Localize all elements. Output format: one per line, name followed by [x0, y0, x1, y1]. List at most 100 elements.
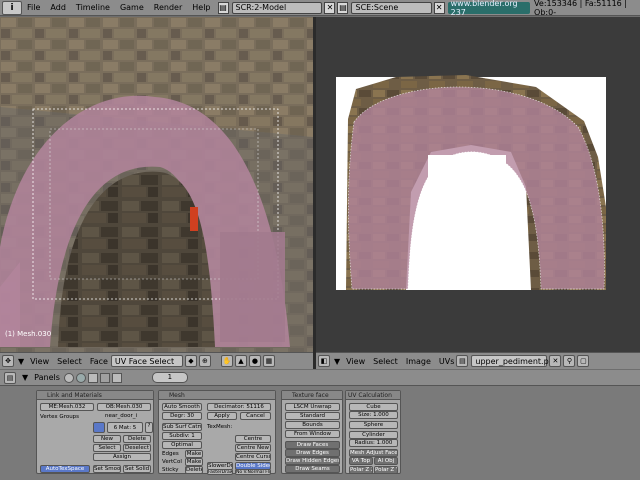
- decimator-cancel-button[interactable]: Cancel: [240, 412, 271, 420]
- screen-browse-icon[interactable]: ▤: [217, 1, 229, 14]
- subsurf-button[interactable]: Sub Surf Catmull: [162, 423, 202, 431]
- draw-faces-button[interactable]: Draw Faces: [285, 441, 340, 449]
- panel-title: UV Calculation: [346, 391, 400, 400]
- va-top-button[interactable]: VA Top: [349, 457, 373, 465]
- radius-field[interactable]: Radius: 1.000: [349, 439, 398, 447]
- material-select-button[interactable]: Select: [93, 444, 121, 452]
- optimal-button[interactable]: Optimal: [162, 441, 202, 449]
- material-deselect-button[interactable]: Deselect: [123, 444, 151, 452]
- material-new-button[interactable]: New: [93, 435, 121, 443]
- scene-field[interactable]: SCE:Scene: [351, 1, 432, 14]
- sphere-icon[interactable]: ●: [248, 355, 261, 367]
- centre-new-button[interactable]: Centre New: [235, 444, 271, 452]
- view3d-menu-face[interactable]: Face: [90, 357, 108, 366]
- header-collapse-icon[interactable]: ▼: [18, 357, 24, 366]
- al-obj-button[interactable]: Al Obj: [374, 457, 398, 465]
- panels-menu[interactable]: Panels: [34, 373, 60, 382]
- menu-add[interactable]: Add: [45, 3, 71, 12]
- uv-menu-select[interactable]: Select: [373, 357, 398, 366]
- logic-context-icon[interactable]: [63, 372, 74, 383]
- degr-field[interactable]: Degr: 30: [162, 412, 202, 420]
- hand-icon[interactable]: ✋: [220, 355, 233, 367]
- material-index-field[interactable]: 6 Mat: 5: [107, 422, 143, 433]
- shading-context-icon[interactable]: [75, 372, 86, 383]
- pivot-icon[interactable]: ⊕: [198, 355, 211, 367]
- panel-texture-face: Texture face LSCM Unwrap Standard Bounds…: [281, 390, 343, 474]
- cube-size-field[interactable]: Size: 1.000: [349, 411, 398, 419]
- bounds-button[interactable]: Bounds: [285, 421, 340, 429]
- scene-close-icon[interactable]: ✕: [433, 1, 445, 14]
- buttons-collapse-icon[interactable]: ▼: [22, 373, 28, 382]
- lscm-unwrap-button[interactable]: LSCM Unwrap: [285, 403, 340, 411]
- fasterdraw-button[interactable]: FasterDraw: [207, 469, 233, 475]
- scene-context-icon[interactable]: [111, 372, 122, 383]
- draw-seams-button[interactable]: Draw Seams: [285, 465, 340, 473]
- autotexspace-button[interactable]: AutoTexSpace: [40, 465, 90, 473]
- menu-timeline[interactable]: Timeline: [71, 3, 115, 12]
- menu-render[interactable]: Render: [149, 3, 187, 12]
- subdiv-field[interactable]: Subdiv: 1: [162, 432, 202, 440]
- buttons-editor-icon[interactable]: ▤: [4, 371, 16, 384]
- uv-editor-type-icon[interactable]: ◧: [318, 355, 330, 367]
- decimator-field[interactable]: Decimator: 51116: [207, 403, 271, 411]
- mode-selector[interactable]: UV Face Select: [110, 355, 183, 367]
- uv-menu-view[interactable]: View: [346, 357, 365, 366]
- frame-counter[interactable]: 1: [151, 372, 188, 383]
- uv-menu-image[interactable]: Image: [406, 357, 431, 366]
- standard-button[interactable]: Standard: [285, 412, 340, 420]
- vertex-groups-label: Vertex Groups: [40, 414, 80, 420]
- cube-button[interactable]: Cube: [349, 403, 398, 411]
- editing-context-icon[interactable]: [99, 372, 110, 383]
- viewport-3d[interactable]: (1) Mesh.030: [0, 17, 313, 352]
- uv-image-editor[interactable]: [316, 17, 640, 352]
- edges-make-button[interactable]: Make: [185, 450, 203, 458]
- screen-field[interactable]: SCR:2-Model: [231, 1, 323, 14]
- view3d-menu-select[interactable]: Select: [57, 357, 82, 366]
- manipulator-icon[interactable]: ▲: [234, 355, 247, 367]
- image-browse-icon[interactable]: ▤: [456, 355, 469, 367]
- uv-header-collapse-icon[interactable]: ▼: [334, 357, 340, 366]
- material-color-swatch[interactable]: [93, 422, 105, 433]
- auto-smooth-button[interactable]: Auto Smooth: [162, 403, 202, 411]
- cylinder-button[interactable]: Cylinder: [349, 431, 398, 439]
- no-vnormal-flip-button[interactable]: No V.Normal Flip: [235, 469, 271, 475]
- draw-hidden-edges-button[interactable]: Draw Hidden Edges: [285, 457, 340, 465]
- view3d-menu-view[interactable]: View: [30, 357, 49, 366]
- object-context-icon[interactable]: [87, 372, 98, 383]
- uv-menu-uvs[interactable]: UVs: [439, 357, 455, 366]
- menu-file[interactable]: File: [22, 3, 45, 12]
- image-close-icon[interactable]: ✕: [549, 355, 562, 367]
- mesh-adjust-face-button[interactable]: Mesh Adjust Face: [349, 449, 398, 457]
- panel-title: Texture face: [282, 391, 342, 400]
- draw-type-icon[interactable]: ◆: [184, 355, 197, 367]
- scene-browse-icon[interactable]: ▤: [337, 1, 349, 14]
- vertcol-make-button[interactable]: Make: [185, 458, 203, 466]
- set-smooth-button[interactable]: Set Smooth: [93, 465, 121, 473]
- screen-close-icon[interactable]: ✕: [324, 1, 336, 14]
- editor-type-icon[interactable]: ✥: [2, 355, 14, 367]
- menu-game[interactable]: Game: [115, 3, 149, 12]
- lock-icon[interactable]: ▢: [577, 355, 590, 367]
- layers-icon[interactable]: ▦: [262, 355, 275, 367]
- window-type-icon[interactable]: i: [2, 0, 23, 15]
- menu-help[interactable]: Help: [187, 3, 215, 12]
- polar-zx-button[interactable]: Polar Z X: [349, 466, 373, 474]
- material-query-button[interactable]: ?: [145, 422, 153, 433]
- pin-icon[interactable]: ⚲: [563, 355, 576, 367]
- decimator-apply-button[interactable]: Apply: [207, 412, 237, 420]
- centre-cursor-button[interactable]: Centre Cursor: [235, 453, 271, 461]
- material-name: near_door_i: [105, 413, 138, 419]
- sticky-delete-button[interactable]: Delete: [185, 466, 203, 474]
- from-window-button[interactable]: From Window: [285, 430, 340, 438]
- object-name-field[interactable]: OB:Mesh.030: [97, 403, 151, 411]
- centre-button[interactable]: Centre: [235, 435, 271, 443]
- sphere-button[interactable]: Sphere: [349, 421, 398, 429]
- set-solid-button[interactable]: Set Solid: [123, 465, 151, 473]
- material-assign-button[interactable]: Assign: [93, 453, 151, 461]
- polar-zy-button[interactable]: Polar Z Y: [374, 466, 398, 474]
- image-name-field[interactable]: upper_pediment.png: [471, 355, 559, 367]
- mesh-name-field[interactable]: ME:Mesh.032: [40, 403, 94, 411]
- draw-edges-button[interactable]: Draw Edges: [285, 449, 340, 457]
- material-delete-button[interactable]: Delete: [123, 435, 151, 443]
- blender-url[interactable]: www.blender.org 237: [447, 0, 531, 17]
